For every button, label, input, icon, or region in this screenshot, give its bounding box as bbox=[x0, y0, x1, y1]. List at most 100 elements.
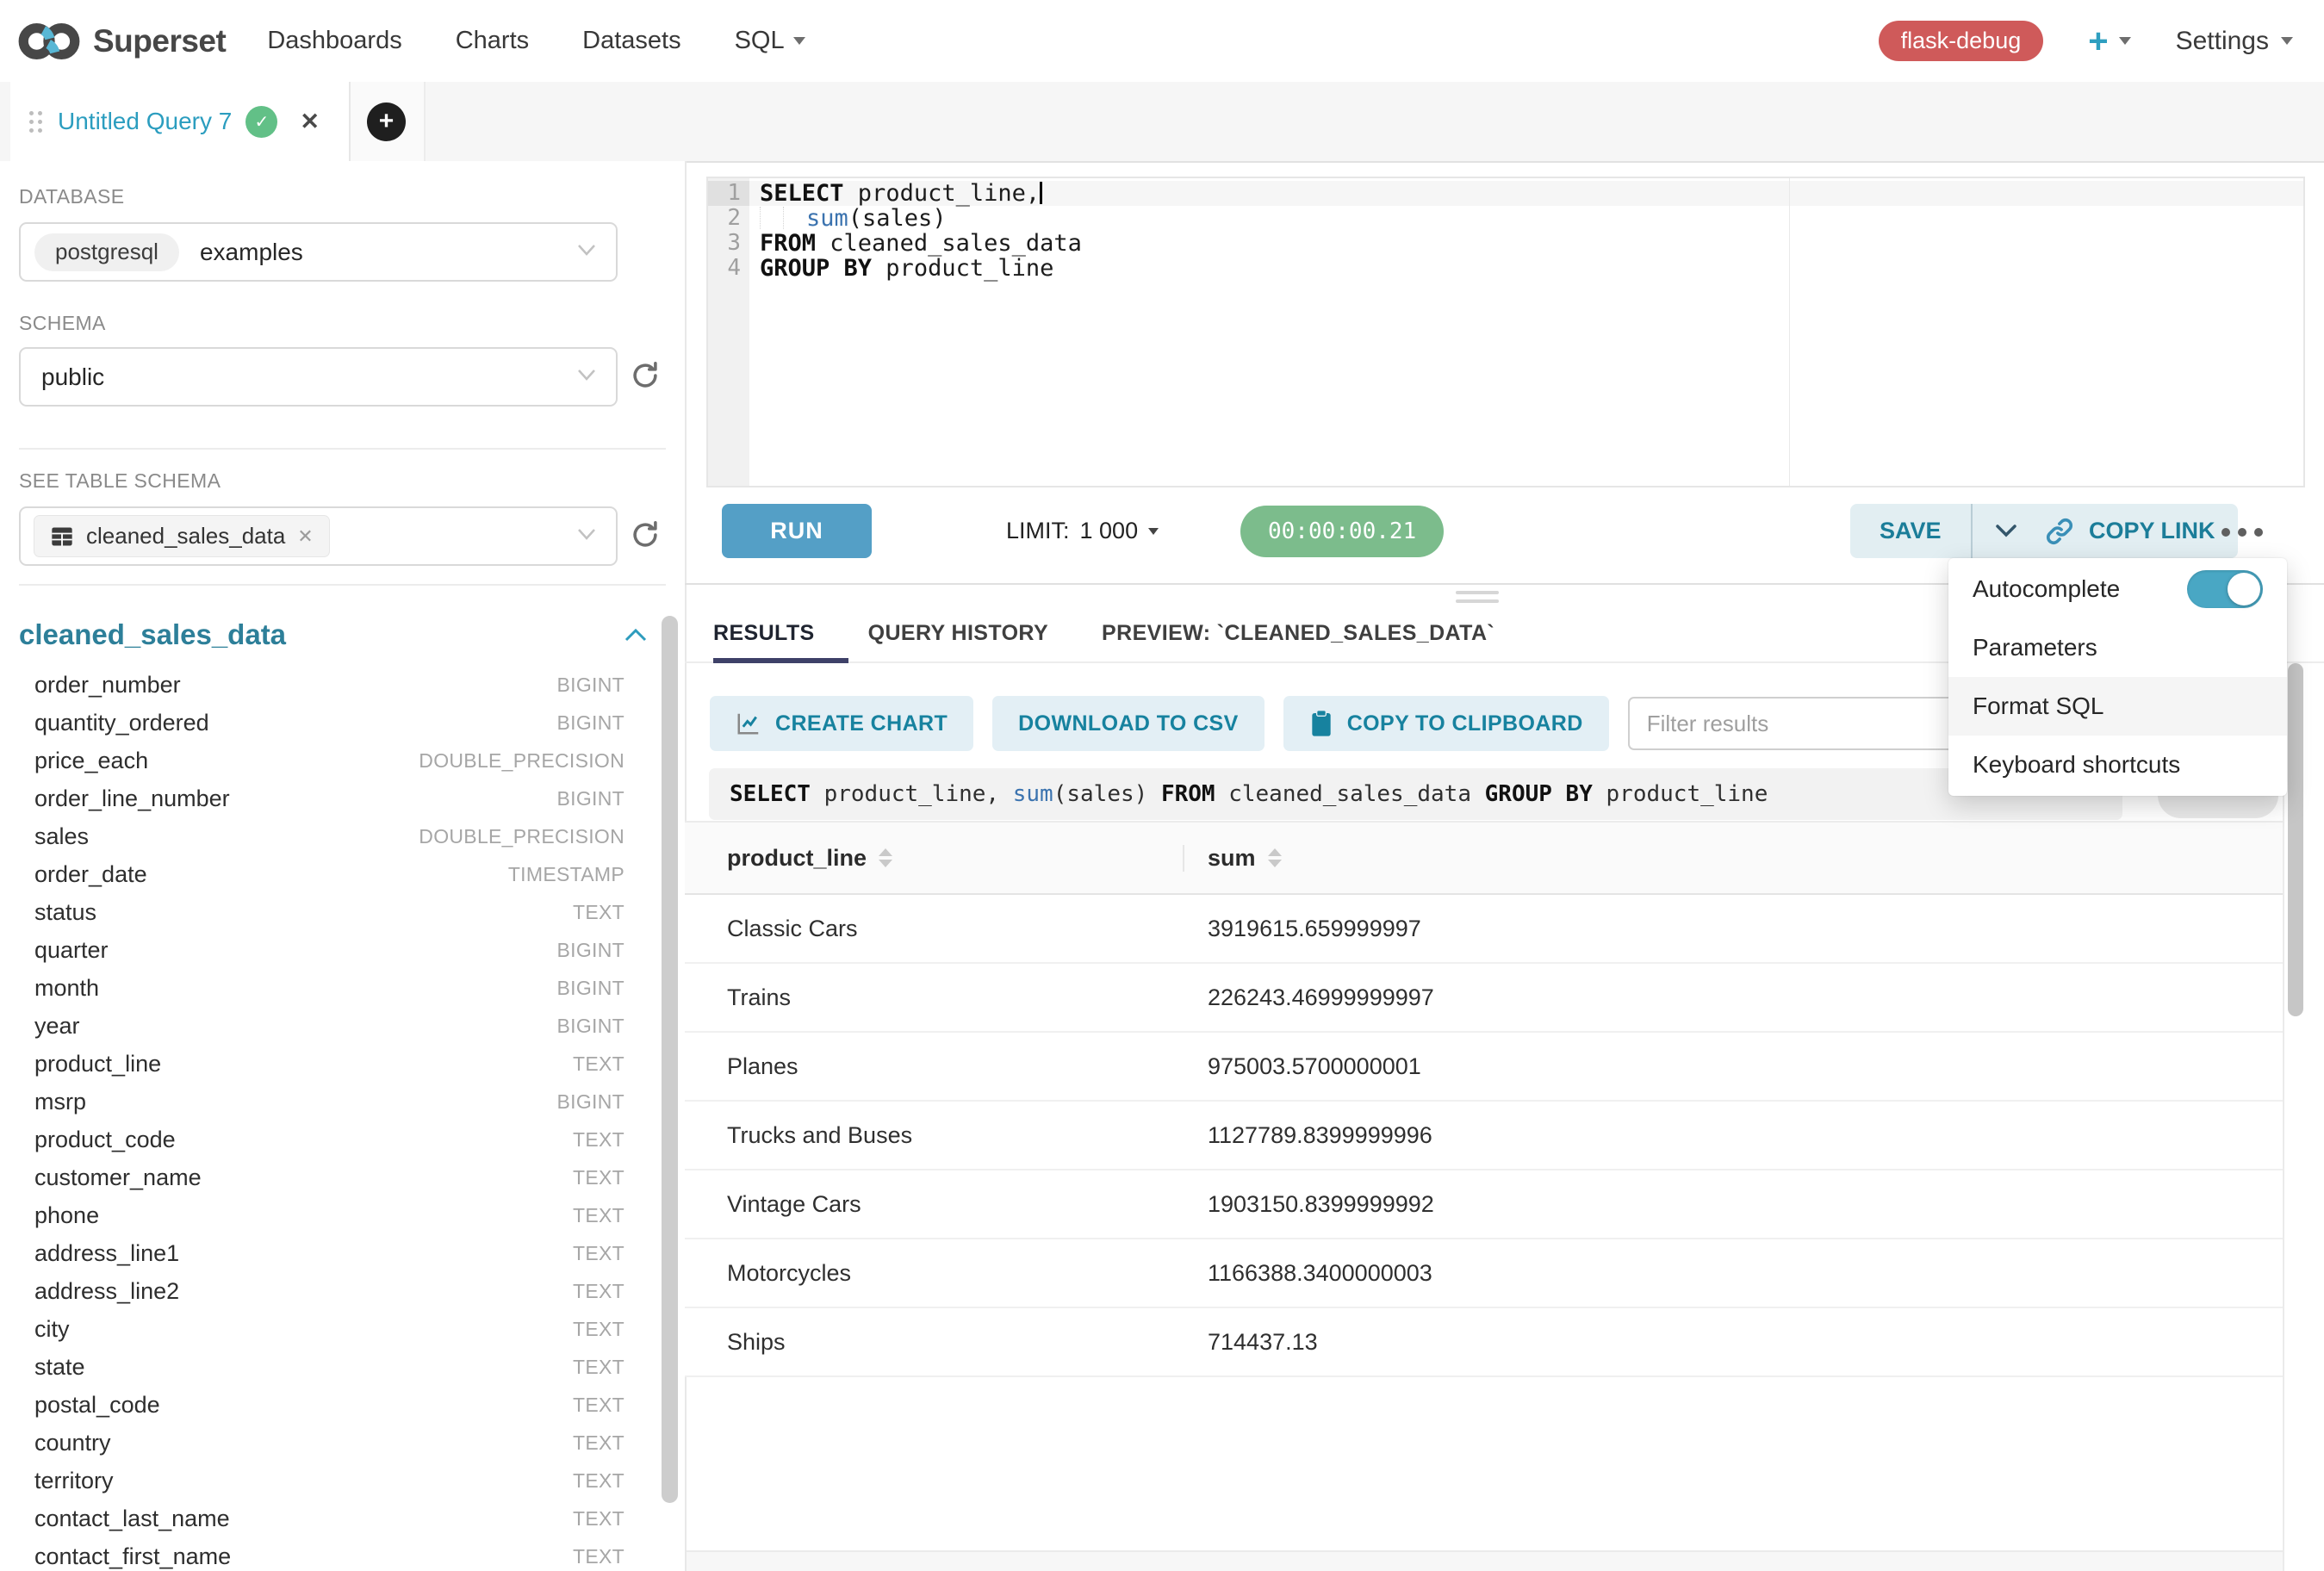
scrollbar-thumb[interactable] bbox=[662, 616, 678, 1503]
save-button[interactable]: SAVE bbox=[1850, 518, 1971, 544]
sql-keyword: FROM bbox=[1161, 781, 1215, 807]
sort-icon[interactable] bbox=[1268, 848, 1282, 867]
column-type: TEXT bbox=[573, 1280, 624, 1303]
copy-link-label: COPY LINK bbox=[2089, 518, 2215, 544]
sql-function: sum bbox=[1013, 781, 1053, 807]
navbar: Superset Dashboards Charts Datasets SQL … bbox=[0, 0, 2324, 84]
column-type: TEXT bbox=[573, 1431, 624, 1455]
tab-untitled-query[interactable]: Untitled Query 7 ✓ ✕ bbox=[10, 82, 351, 161]
success-check-icon: ✓ bbox=[245, 106, 277, 138]
nav-dashboards[interactable]: Dashboards bbox=[267, 27, 401, 55]
menu-item-keyboard-shortcuts[interactable]: Keyboard shortcuts bbox=[1948, 736, 2287, 794]
nav-menu: Dashboards Charts Datasets SQL bbox=[267, 27, 805, 55]
chevron-down-icon bbox=[793, 37, 805, 45]
settings-menu[interactable]: Settings bbox=[2176, 27, 2293, 56]
column-row: order_number BIGINT bbox=[0, 666, 685, 704]
chevron-down-icon bbox=[576, 243, 597, 261]
table-row: Motorcycles 1166388.3400000003 bbox=[685, 1239, 2283, 1308]
toggle-knob bbox=[2228, 573, 2260, 605]
column-name: order_date bbox=[34, 861, 147, 888]
tab-results[interactable]: RESULTS bbox=[713, 621, 815, 646]
column-type: BIGINT bbox=[557, 1015, 624, 1038]
chevron-down-icon bbox=[1148, 528, 1159, 535]
column-row: territory TEXT bbox=[0, 1462, 685, 1500]
create-chart-label: CREATE CHART bbox=[775, 711, 948, 736]
remove-table-icon[interactable]: ✕ bbox=[297, 525, 313, 548]
column-row: quantity_ordered BIGINT bbox=[0, 704, 685, 742]
collapse-chevron-up-icon[interactable] bbox=[624, 627, 648, 643]
column-type: TIMESTAMP bbox=[508, 863, 624, 886]
database-select[interactable]: postgresql examples bbox=[19, 222, 618, 282]
sql-lab-app: Superset Dashboards Charts Datasets SQL … bbox=[0, 0, 2324, 1571]
sql-editor[interactable]: 1234 SELECT product_line, sum(sales) FRO… bbox=[706, 177, 2305, 487]
new-item-button[interactable]: + bbox=[2088, 24, 2130, 59]
horizontal-scrollbar-track[interactable] bbox=[687, 1550, 2283, 1571]
cell-sum: 1127789.8399999996 bbox=[1183, 1122, 2283, 1149]
indent-guide bbox=[783, 207, 806, 229]
column-header-label: product_line bbox=[727, 845, 867, 872]
sidebar-scrollbar[interactable] bbox=[660, 612, 680, 1559]
sort-icon[interactable] bbox=[879, 848, 892, 867]
cell-sum: 226243.46999999997 bbox=[1183, 984, 2283, 1011]
results-tabbar: RESULTS QUERY HISTORY PREVIEW: `CLEANED_… bbox=[713, 608, 1494, 658]
autocomplete-toggle[interactable] bbox=[2187, 570, 2263, 608]
column-header-product-line[interactable]: product_line bbox=[685, 845, 1183, 872]
see-table-schema-label: SEE TABLE SCHEMA bbox=[19, 469, 221, 493]
chevron-down-icon bbox=[576, 368, 597, 386]
table-select[interactable]: cleaned_sales_data ✕ bbox=[19, 506, 618, 566]
close-tab-icon[interactable]: ✕ bbox=[300, 109, 320, 135]
superset-logo[interactable]: Superset bbox=[16, 20, 226, 63]
text-cursor bbox=[1040, 182, 1042, 204]
column-type: BIGINT bbox=[557, 1090, 624, 1114]
menu-item-autocomplete[interactable]: Autocomplete bbox=[1948, 560, 2287, 618]
create-chart-button[interactable]: CREATE CHART bbox=[710, 696, 973, 751]
menu-item-parameters[interactable]: Parameters bbox=[1948, 618, 2287, 677]
chevron-down-icon bbox=[1995, 524, 2017, 538]
query-timer-badge: 00:00:00.21 bbox=[1240, 506, 1444, 557]
tab-query-history[interactable]: QUERY HISTORY bbox=[868, 621, 1048, 646]
menu-item-format-sql[interactable]: Format SQL bbox=[1948, 677, 2287, 736]
column-name: quantity_ordered bbox=[34, 710, 209, 736]
nav-charts[interactable]: Charts bbox=[456, 27, 529, 55]
line-number: 2 bbox=[708, 206, 741, 231]
pane-resize-handle[interactable] bbox=[1456, 591, 1499, 608]
drag-handle-icon[interactable] bbox=[29, 111, 42, 133]
nav-datasets[interactable]: Datasets bbox=[582, 27, 680, 55]
refresh-schemas-button[interactable] bbox=[625, 356, 665, 395]
cell-product-line: Motorcycles bbox=[685, 1260, 1183, 1287]
chevron-down-icon bbox=[2119, 37, 2131, 45]
schema-label: SCHEMA bbox=[19, 312, 106, 335]
add-tab-button[interactable]: + bbox=[349, 82, 426, 161]
column-row: contact_last_name TEXT bbox=[0, 1500, 685, 1537]
column-row: address_line1 TEXT bbox=[0, 1234, 685, 1272]
column-header-sum[interactable]: sum bbox=[1183, 845, 2283, 872]
run-button[interactable]: RUN bbox=[722, 504, 872, 558]
scrollbar-thumb[interactable] bbox=[2288, 663, 2303, 1016]
sql-keyword: SELECT bbox=[730, 781, 811, 807]
copy-link-button[interactable]: COPY LINK bbox=[2022, 504, 2238, 558]
refresh-tables-button[interactable] bbox=[625, 515, 665, 555]
query-tabbar: Untitled Query 7 ✓ ✕ + bbox=[0, 82, 2324, 163]
database-engine-pill: postgresql bbox=[34, 233, 179, 271]
copy-clipboard-button[interactable]: COPY TO CLIPBOARD bbox=[1283, 696, 1609, 751]
table-row: Trucks and Buses 1127789.8399999996 bbox=[685, 1102, 2283, 1170]
download-csv-button[interactable]: DOWNLOAD TO CSV bbox=[992, 696, 1265, 751]
column-name: phone bbox=[34, 1202, 99, 1229]
copy-clipboard-label: COPY TO CLIPBOARD bbox=[1347, 711, 1583, 736]
code-line-4: GROUP BY product_line bbox=[760, 256, 1053, 281]
active-tab-underline bbox=[713, 658, 848, 663]
table-pill: cleaned_sales_data ✕ bbox=[34, 515, 330, 557]
tab-preview-table[interactable]: PREVIEW: `CLEANED_SALES_DATA` bbox=[1102, 621, 1494, 646]
limit-dropdown[interactable]: LIMIT: 1 000 bbox=[1006, 504, 1159, 558]
schema-value: public bbox=[41, 363, 104, 391]
cell-product-line: Ships bbox=[685, 1329, 1183, 1356]
chevron-down-icon bbox=[2281, 37, 2293, 45]
column-type: DOUBLE_PRECISION bbox=[419, 825, 624, 848]
results-table-header: product_line sum bbox=[685, 821, 2283, 895]
more-options-button[interactable] bbox=[2212, 517, 2272, 548]
refresh-icon bbox=[629, 359, 662, 392]
schema-select[interactable]: public bbox=[19, 347, 618, 407]
nav-sql[interactable]: SQL bbox=[735, 27, 805, 55]
results-table: product_line sum Classic Cars 3919615.65… bbox=[685, 821, 2283, 1377]
tab-title[interactable]: Untitled Query 7 bbox=[58, 108, 232, 135]
